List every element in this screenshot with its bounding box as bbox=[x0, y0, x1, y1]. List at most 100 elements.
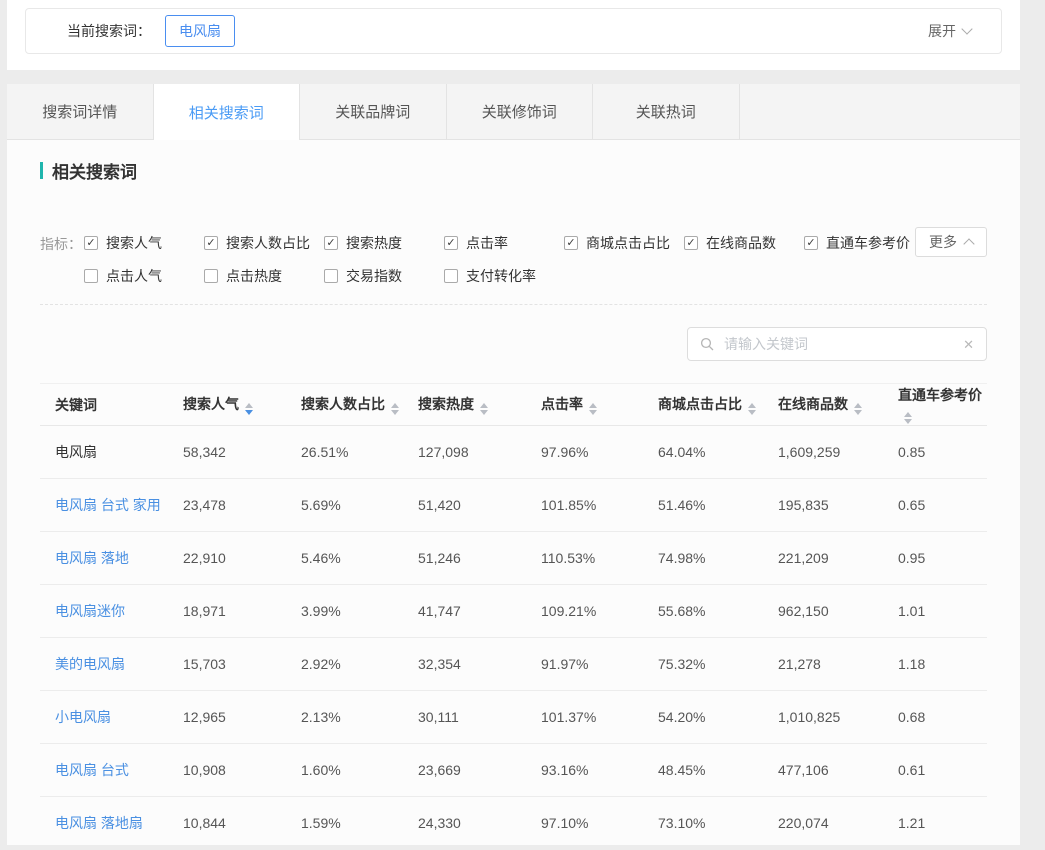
checkbox-unchecked-icon bbox=[204, 269, 218, 283]
value-cell: 220,074 bbox=[777, 797, 897, 850]
filter-checkbox-1[interactable]: 搜索人数占比 bbox=[204, 233, 324, 253]
keyword-cell: 电风扇 bbox=[40, 426, 182, 479]
value-cell: 195,835 bbox=[777, 479, 897, 532]
table-row: 电风扇 台式 家用23,4785.69%51,420101.85%51.46%1… bbox=[40, 479, 987, 532]
metric-filter-grid: 搜索人气 搜索人数占比搜索热度点击率 商城点击占比 在线商品数 直通车参考价点击人气 点击… bbox=[84, 233, 924, 286]
column-header-7[interactable]: 直通车参考价 bbox=[897, 384, 987, 426]
sort-icon[interactable] bbox=[904, 412, 912, 424]
sort-icon[interactable] bbox=[748, 403, 756, 415]
table-body: 电风扇58,34226.51%127,09897.96%64.04%1,609,… bbox=[40, 426, 987, 850]
filter-checkbox-8[interactable]: 点击热度 bbox=[204, 266, 324, 286]
checkbox-checked-icon bbox=[324, 236, 338, 250]
filter-checkbox-5[interactable]: 在线商品数 bbox=[684, 233, 804, 253]
page-container: 当前搜索词： 电风扇 展开 搜索词详情相关搜索词关联品牌词关联修饰词关联热词 相… bbox=[7, 0, 1020, 845]
sort-icon[interactable] bbox=[854, 403, 862, 415]
column-header-4[interactable]: 点击率 bbox=[540, 384, 657, 426]
clear-search-icon[interactable]: ✕ bbox=[963, 338, 974, 351]
value-cell: 0.65 bbox=[897, 479, 987, 532]
filter-checkbox-2[interactable]: 搜索热度 bbox=[324, 233, 444, 253]
value-cell: 1.59% bbox=[300, 797, 417, 850]
value-cell: 54.20% bbox=[657, 691, 777, 744]
tab-2[interactable]: 关联品牌词 bbox=[300, 84, 447, 139]
filter-label: 商城点击占比 bbox=[586, 233, 670, 253]
tab-1[interactable]: 相关搜索词 bbox=[154, 84, 301, 140]
keyword-cell: 电风扇 落地 bbox=[40, 532, 182, 585]
section-title-text: 相关搜索词 bbox=[52, 158, 137, 183]
checkbox-checked-icon bbox=[804, 236, 818, 250]
main-card: 搜索词详情相关搜索词关联品牌词关联修饰词关联热词 相关搜索词 指标： 搜索人气搜… bbox=[7, 84, 1020, 845]
filter-label: 在线商品数 bbox=[706, 233, 776, 253]
value-cell: 32,354 bbox=[417, 638, 540, 691]
more-button[interactable]: 更多 bbox=[915, 227, 987, 257]
keyword-link[interactable]: 电风扇 台式 家用 bbox=[55, 497, 161, 513]
checkbox-checked-icon bbox=[204, 236, 218, 250]
current-term-tag[interactable]: 电风扇 bbox=[165, 15, 235, 47]
column-header-0: 关键词 bbox=[40, 384, 182, 426]
value-cell: 15,703 bbox=[182, 638, 300, 691]
keyword-link[interactable]: 美的电风扇 bbox=[55, 656, 125, 672]
expand-toggle[interactable]: 展开 bbox=[928, 21, 971, 41]
tab-4[interactable]: 关联热词 bbox=[593, 84, 740, 139]
filter-checkbox-3[interactable]: 点击率 bbox=[444, 233, 564, 253]
chevron-up-icon bbox=[963, 238, 974, 249]
keyword-link[interactable]: 电风扇迷你 bbox=[55, 603, 125, 619]
filter-label: 点击人气 bbox=[106, 266, 162, 286]
filter-checkbox-6[interactable]: 直通车参考价 bbox=[804, 233, 924, 253]
sort-icon[interactable] bbox=[480, 403, 488, 415]
value-cell: 51,420 bbox=[417, 479, 540, 532]
keyword-cell: 小电风扇 bbox=[40, 691, 182, 744]
checkbox-checked-icon bbox=[684, 236, 698, 250]
value-cell: 0.68 bbox=[897, 691, 987, 744]
column-header-2[interactable]: 搜索人数占比 bbox=[300, 384, 417, 426]
sort-icon[interactable] bbox=[589, 403, 597, 415]
column-header-label: 搜索人数占比 bbox=[301, 396, 385, 412]
tab-3[interactable]: 关联修饰词 bbox=[447, 84, 594, 139]
filter-checkbox-4[interactable]: 商城点击占比 bbox=[564, 233, 684, 253]
sort-icon[interactable] bbox=[245, 403, 253, 415]
keyword-link[interactable]: 小电风扇 bbox=[55, 709, 111, 725]
value-cell: 23,669 bbox=[417, 744, 540, 797]
value-cell: 24,330 bbox=[417, 797, 540, 850]
column-header-6[interactable]: 在线商品数 bbox=[777, 384, 897, 426]
value-cell: 101.85% bbox=[540, 479, 657, 532]
filter-checkbox-9[interactable]: 交易指数 bbox=[324, 266, 444, 286]
filter-label: 搜索人气 bbox=[106, 233, 162, 253]
column-header-3[interactable]: 搜索热度 bbox=[417, 384, 540, 426]
filter-checkbox-10[interactable]: 支付转化率 bbox=[444, 266, 564, 286]
value-cell: 48.45% bbox=[657, 744, 777, 797]
expand-label: 展开 bbox=[928, 21, 956, 41]
keyword-search-box[interactable]: ✕ bbox=[687, 327, 987, 361]
tab-0[interactable]: 搜索词详情 bbox=[7, 84, 154, 139]
related-words-table-wrap: 关键词搜索人气搜索人数占比 搜索热度 点击率 商城点击占比在线商品数直通车参考价 电风… bbox=[40, 383, 987, 850]
value-cell: 51.46% bbox=[657, 479, 777, 532]
column-header-1[interactable]: 搜索人气 bbox=[182, 384, 300, 426]
keyword-link[interactable]: 电风扇 台式 bbox=[55, 762, 129, 778]
value-cell: 0.61 bbox=[897, 744, 987, 797]
keyword-link[interactable]: 电风扇 落地 bbox=[55, 550, 129, 566]
value-cell: 1.60% bbox=[300, 744, 417, 797]
filter-checkbox-0[interactable]: 搜索人气 bbox=[84, 233, 204, 253]
column-header-5[interactable]: 商城点击占比 bbox=[657, 384, 777, 426]
value-cell: 23,478 bbox=[182, 479, 300, 532]
keyword-link[interactable]: 电风扇 落地扇 bbox=[55, 815, 143, 831]
value-cell: 22,910 bbox=[182, 532, 300, 585]
checkbox-unchecked-icon bbox=[324, 269, 338, 283]
search-row: ✕ bbox=[40, 327, 987, 361]
keyword-cell: 电风扇 台式 bbox=[40, 744, 182, 797]
column-header-label: 搜索热度 bbox=[418, 396, 474, 412]
filter-label: 支付转化率 bbox=[466, 266, 536, 286]
keyword-search-input[interactable] bbox=[722, 335, 955, 353]
chevron-down-icon bbox=[961, 23, 972, 34]
value-cell: 73.10% bbox=[657, 797, 777, 850]
value-cell: 18,971 bbox=[182, 585, 300, 638]
value-cell: 477,106 bbox=[777, 744, 897, 797]
value-cell: 0.85 bbox=[897, 426, 987, 479]
sort-icon[interactable] bbox=[391, 403, 399, 415]
checkbox-checked-icon bbox=[444, 236, 458, 250]
checkbox-unchecked-icon bbox=[444, 269, 458, 283]
filter-checkbox-7[interactable]: 点击人气 bbox=[84, 266, 204, 286]
value-cell: 41,747 bbox=[417, 585, 540, 638]
table-row: 电风扇58,34226.51%127,09897.96%64.04%1,609,… bbox=[40, 426, 987, 479]
content-area: 相关搜索词 指标： 搜索人气搜索人数占比搜索热度点击率商城点击占比在线商品数直通… bbox=[7, 158, 1020, 850]
column-header-label: 点击率 bbox=[541, 396, 583, 412]
